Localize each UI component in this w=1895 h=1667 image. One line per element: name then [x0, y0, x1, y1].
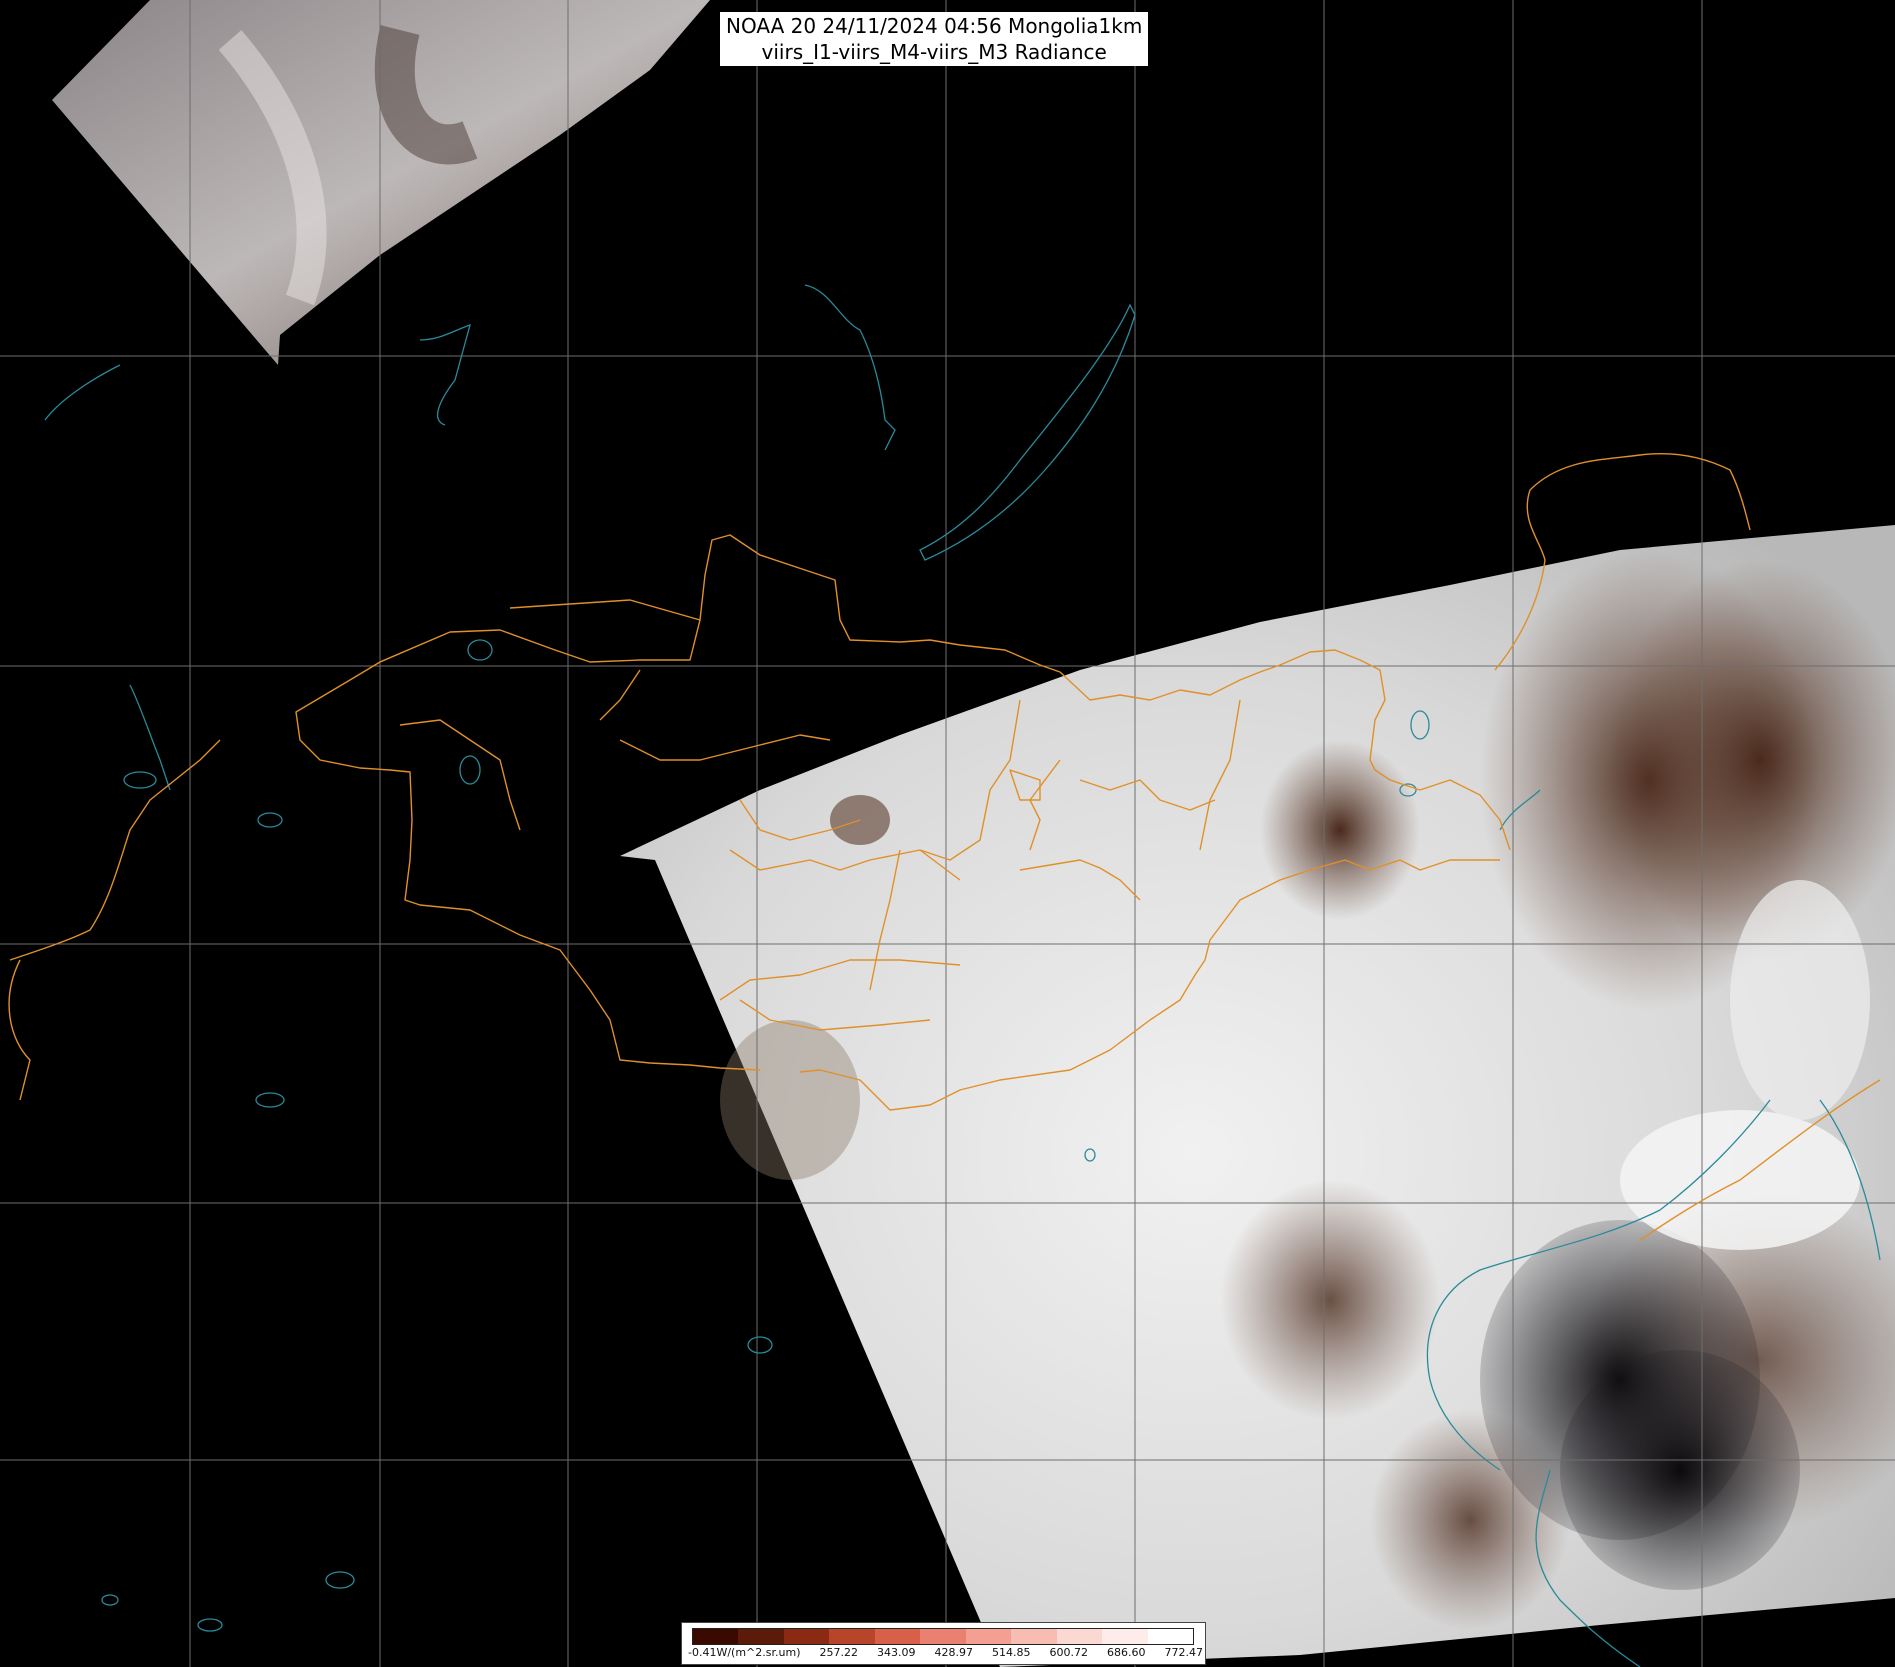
legend-swatch: [783, 1629, 830, 1644]
legend-swatch: [874, 1629, 921, 1644]
legend-color-bar: [692, 1628, 1194, 1645]
swath-northwest: [52, 0, 710, 365]
legend-swatch: [920, 1629, 966, 1644]
legend-label: 343.09: [876, 1646, 916, 1659]
legend-label: 514.85: [991, 1646, 1031, 1659]
legend-label: 428.97: [934, 1646, 973, 1659]
legend-swatch: [1011, 1629, 1057, 1644]
legend-labels: -0.41W/(m^2.sr.um) 257.22 343.09 428.97 514.…: [688, 1646, 1203, 1659]
legend-label: 257.22: [819, 1646, 858, 1659]
satellite-map: [0, 0, 1895, 1667]
legend-label: 600.72: [1049, 1646, 1088, 1659]
legend-swatch: [1147, 1629, 1193, 1644]
legend-swatch: [1102, 1629, 1148, 1644]
swath-main: [620, 525, 1895, 1667]
legend-swatch: [965, 1629, 1012, 1644]
title-line-1: NOAA 20 24/11/2024 04:56 Mongolia1km: [726, 14, 1143, 38]
title-line-2: viirs_I1-viirs_M4-viirs_M3 Radiance: [761, 40, 1107, 64]
legend-label: 772.47: [1164, 1646, 1203, 1659]
legend-swatch: [1056, 1629, 1103, 1644]
legend-label: 686.60: [1106, 1646, 1146, 1659]
map-title: NOAA 20 24/11/2024 04:56 Mongolia1km vii…: [720, 12, 1149, 66]
legend-swatch: [693, 1629, 739, 1644]
legend-swatch: [829, 1629, 875, 1644]
legend-label: -0.41W/(m^2.sr.um): [688, 1646, 801, 1659]
legend-swatch: [738, 1629, 784, 1644]
radiance-legend: -0.41W/(m^2.sr.um) 257.22 343.09 428.97 514.…: [681, 1622, 1206, 1665]
